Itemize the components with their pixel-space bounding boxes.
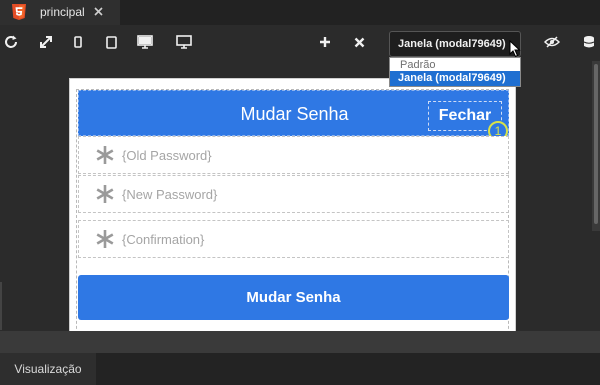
old-password-field[interactable]: {Old Password} <box>78 136 509 174</box>
confirmation-field[interactable]: {Confirmation} <box>78 220 509 258</box>
tablet-icon[interactable] <box>102 33 120 51</box>
modal-header: Mudar Senha Fechar <box>78 90 509 136</box>
refresh-icon[interactable] <box>2 33 20 51</box>
select-option-padrao[interactable]: Padrão <box>390 58 520 71</box>
tab-visualizacao[interactable]: Visualização <box>0 353 96 385</box>
html5-icon <box>12 4 26 20</box>
desktop-icon[interactable] <box>136 33 154 51</box>
mobile-icon[interactable] <box>69 33 87 51</box>
tab-principal[interactable]: principal <box>0 0 120 25</box>
tab-label: principal <box>40 5 85 19</box>
window-select-value: Janela (modal79649) <box>398 38 506 50</box>
monitor-icon[interactable] <box>175 33 193 51</box>
select-option-janela[interactable]: Janela (modal79649) <box>390 71 520 86</box>
old-password-placeholder: {Old Password} <box>122 148 212 163</box>
panel-separator <box>0 331 600 353</box>
tab-bar: principal <box>0 0 600 25</box>
confirmation-placeholder: {Confirmation} <box>122 232 205 247</box>
asterisk-icon <box>95 229 115 249</box>
eye-slash-icon[interactable] <box>543 33 561 51</box>
password-modal: Mudar Senha Fechar 1 {Old Password} {New… <box>69 78 516 338</box>
ide-window: principal Janela (modal79649) Padrão Jan… <box>0 0 600 385</box>
remove-icon[interactable] <box>350 33 368 51</box>
new-password-field[interactable]: {New Password} <box>78 175 509 213</box>
add-icon[interactable] <box>316 33 334 51</box>
asterisk-icon <box>95 184 115 204</box>
change-password-button[interactable]: Mudar Senha <box>78 275 509 320</box>
window-select-dropdown: Padrão Janela (modal79649) <box>389 57 521 87</box>
new-password-placeholder: {New Password} <box>122 187 218 202</box>
mouse-cursor-icon <box>509 39 521 63</box>
expand-icon[interactable] <box>37 33 55 51</box>
asterisk-icon <box>95 145 115 165</box>
close-icon[interactable] <box>92 4 104 18</box>
left-panel-edge <box>0 282 2 330</box>
scrollbar-thumb[interactable] <box>594 64 598 224</box>
window-select[interactable]: Janela (modal79649) <box>389 31 521 57</box>
database-icon[interactable] <box>580 33 598 51</box>
